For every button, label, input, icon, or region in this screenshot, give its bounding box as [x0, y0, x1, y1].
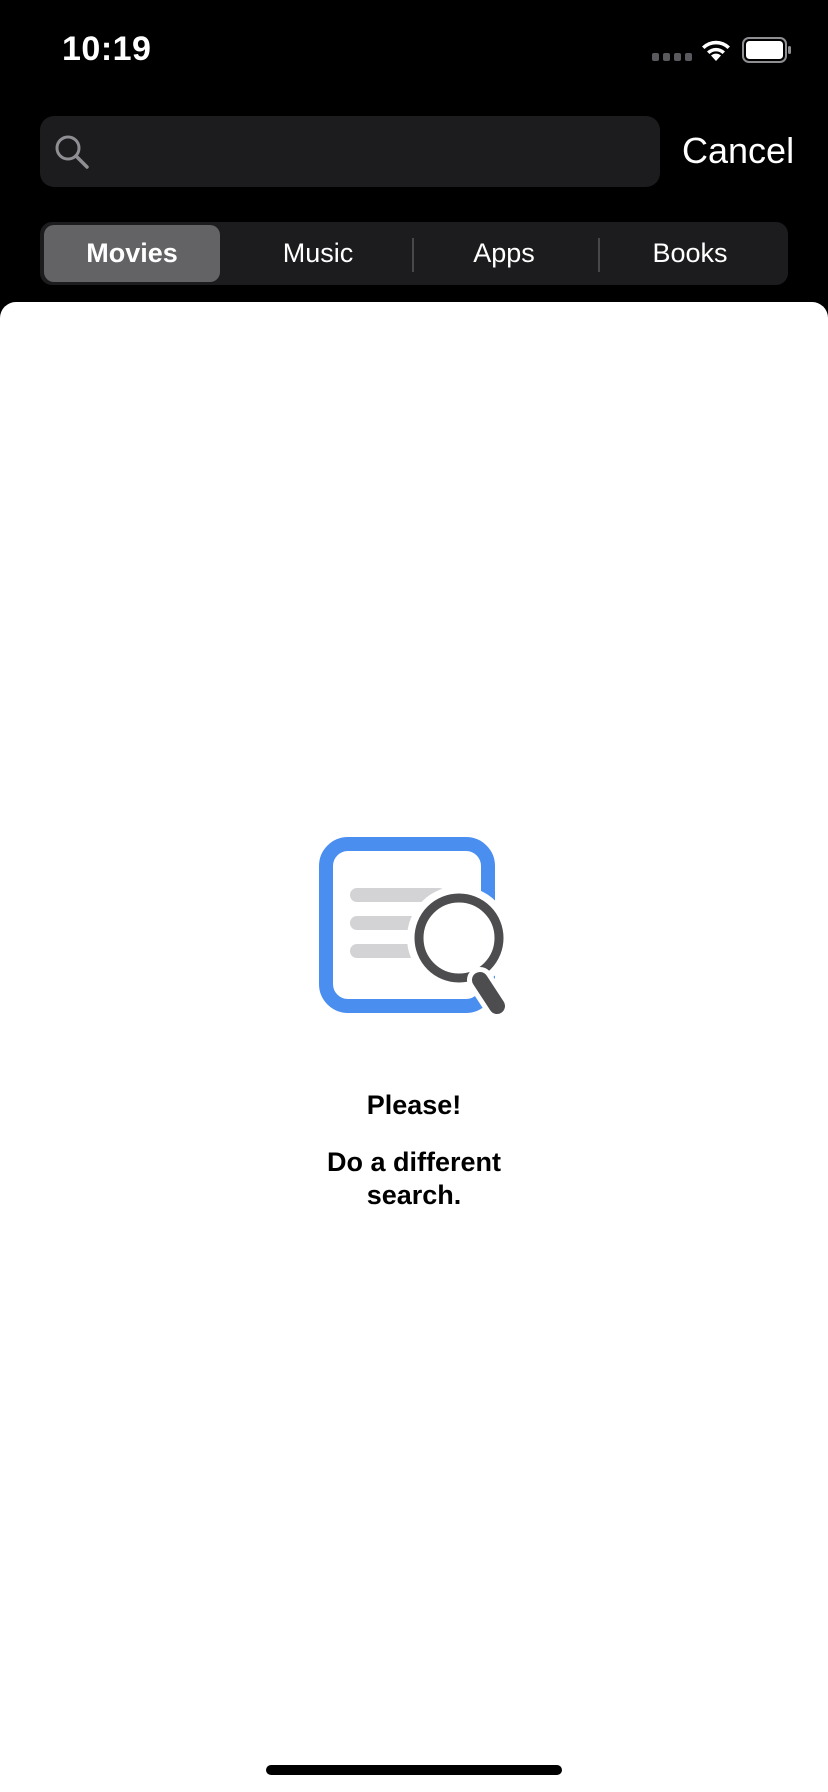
signal-icon: [652, 53, 692, 61]
category-segmented-control: Movies Music Apps Books: [40, 222, 788, 285]
cancel-button[interactable]: Cancel: [682, 126, 794, 176]
status-time: 10:19: [62, 30, 152, 68]
tab-music[interactable]: Music: [230, 225, 406, 282]
search-input[interactable]: [102, 116, 642, 187]
wifi-icon: [702, 40, 730, 61]
empty-state-message: Do a different search.: [326, 1147, 501, 1210]
battery-icon: [742, 37, 791, 63]
status-bar: 10:19: [0, 0, 828, 100]
results-sheet: [0, 302, 828, 1792]
tab-apps[interactable]: Apps: [416, 225, 592, 282]
tab-movies[interactable]: Movies: [44, 225, 220, 282]
home-indicator: [266, 1765, 562, 1775]
search-icon: [55, 135, 89, 169]
segment-divider: [412, 238, 414, 272]
empty-state-title: Please!: [366, 1090, 462, 1120]
segment-divider: [598, 238, 600, 272]
document-search-icon: [319, 837, 511, 1019]
screen: 10:19 Cancel Movies Music Apps Books Ple…: [0, 0, 828, 1792]
tab-books[interactable]: Books: [602, 225, 778, 282]
search-field[interactable]: [40, 116, 660, 187]
